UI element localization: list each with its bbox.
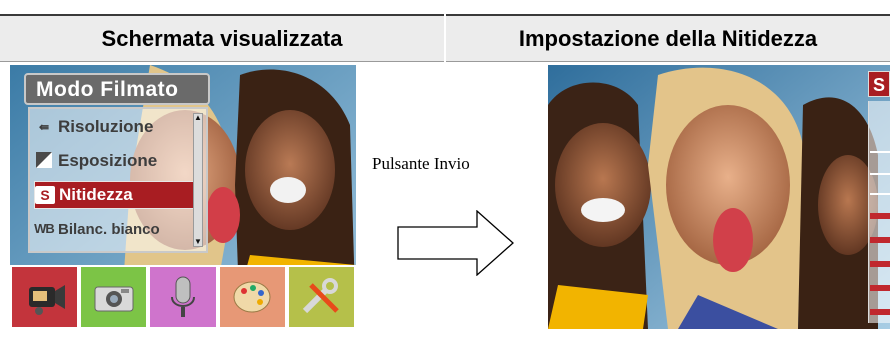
tab-setup[interactable] xyxy=(286,265,356,329)
sharpness-icon: S xyxy=(35,186,55,204)
right-arrow-icon xyxy=(397,210,514,276)
sharpness-level-bar[interactable]: S xyxy=(868,65,890,329)
palette-icon xyxy=(233,281,271,313)
menu-item-white-balance[interactable]: WB Bilanc. bianco xyxy=(34,215,194,243)
menu-item-label: Bilanc. bianco xyxy=(58,220,160,238)
menu-item-sharpness[interactable]: S Nitidezza xyxy=(34,181,194,209)
menu-item-resolution[interactable]: ⇚ Risoluzione xyxy=(34,113,194,141)
slider-tick xyxy=(870,151,890,153)
settings-menu: ⇚ Risoluzione Esposizione S Nitidezza WB… xyxy=(28,107,208,253)
exposure-icon xyxy=(34,152,54,170)
camera-screen-sharpness: S xyxy=(548,65,890,329)
header-left: Schermata visualizzata xyxy=(0,14,444,62)
slider-segment xyxy=(870,285,890,291)
arrow-label: Pulsante Invio xyxy=(372,154,470,173)
header-right: Impostazione della Nitidezza xyxy=(446,14,890,62)
slider-tick xyxy=(870,193,890,195)
menu-item-label: Risoluzione xyxy=(58,117,154,136)
slider-segment xyxy=(870,237,890,243)
video-camera-icon xyxy=(28,285,65,315)
slider-tick xyxy=(870,173,890,175)
tools-icon xyxy=(303,278,340,314)
tab-audio[interactable] xyxy=(148,265,218,329)
scroll-up-icon[interactable]: ▲ xyxy=(194,114,202,122)
sharpness-badge: S xyxy=(868,71,890,97)
menu-item-label: Nitidezza xyxy=(59,185,133,204)
microphone-icon xyxy=(171,276,195,317)
slider-segment xyxy=(870,213,890,219)
camera-icon xyxy=(94,286,134,312)
mode-tab-bar xyxy=(10,265,356,329)
menu-scrollbar[interactable]: ▲ ▼ xyxy=(193,113,203,247)
tab-video[interactable] xyxy=(10,265,80,329)
camera-screen-menu: Modo Filmato ⇚ Risoluzione Esposizione S… xyxy=(10,65,356,329)
tab-effects[interactable] xyxy=(217,265,287,329)
tab-camera[interactable] xyxy=(79,265,149,329)
slider-segment xyxy=(870,309,890,315)
white-balance-icon: WB xyxy=(34,221,55,236)
menu-item-exposure[interactable]: Esposizione xyxy=(34,147,194,175)
photo-background xyxy=(548,65,890,329)
slider-segment xyxy=(870,261,890,267)
menu-title: Modo Filmato xyxy=(24,73,210,105)
scroll-down-icon[interactable]: ▼ xyxy=(194,238,202,246)
resolution-icon: ⇚ xyxy=(38,120,50,134)
menu-item-label: Esposizione xyxy=(58,151,158,170)
